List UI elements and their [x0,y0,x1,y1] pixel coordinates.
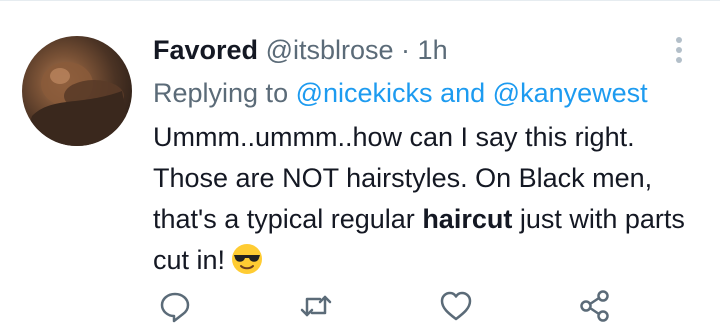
header-separator: · [401,35,411,65]
mention-and: and [440,78,486,108]
tweet-time[interactable]: 1h [418,35,448,65]
share-button[interactable] [577,288,613,324]
mention-nicekicks[interactable]: @nicekicks [296,78,433,108]
more-vertical-icon[interactable] [667,34,691,66]
display-name[interactable]: Favored [153,35,258,65]
user-handle[interactable]: @itsblrose [266,35,394,65]
heart-icon [440,291,472,321]
tweet-actions [0,288,720,328]
share-icon [580,290,609,322]
reply-button[interactable] [157,288,193,324]
top-divider [0,0,720,1]
sunglasses-emoji-icon [231,243,263,275]
reply-icon [160,292,190,323]
replying-to-label: Replying to [153,78,289,108]
avatar-image [22,62,132,146]
mention-kanyewest[interactable]: @kanyewest [493,78,648,108]
like-button[interactable] [438,288,474,324]
tweet-header: Favored @itsblrose · 1h [153,30,448,70]
retweet-icon [300,295,332,317]
retweet-button[interactable] [298,288,334,324]
avatar[interactable] [22,36,132,146]
tweet-text: Ummm..ummm..how can I say this right. Th… [153,117,701,281]
replying-to: Replying to @nicekicks and @kanyewest [153,73,648,113]
tweet-text-bold: haircut [422,204,513,234]
